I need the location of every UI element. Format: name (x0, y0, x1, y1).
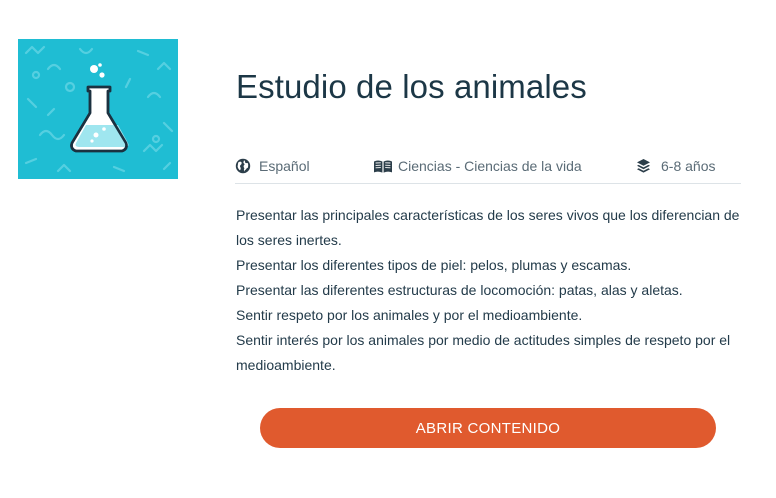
meta-subject: Ciencias - Ciencias de la vida (373, 152, 582, 180)
description-line: Presentar las diferentes estructuras de … (236, 282, 683, 298)
meta-language: Español (235, 152, 310, 180)
meta-age-label: 6-8 años (661, 158, 716, 174)
resource-card: Estudio de los animales Español Ciencias… (0, 0, 776, 498)
open-content-button[interactable]: ABRIR CONTENIDO (260, 408, 716, 448)
flask-icon (18, 39, 178, 179)
description-line: Sentir respeto por los animales y por el… (236, 307, 583, 323)
description-line: Sentir interés por los animales por medi… (236, 332, 731, 373)
resource-title: Estudio de los animales (236, 68, 587, 105)
resource-thumbnail (18, 39, 178, 179)
meta-language-label: Español (259, 158, 310, 174)
resource-meta: Español Ciencias - Ciencias de la vida 6… (235, 152, 741, 184)
meta-subject-label: Ciencias - Ciencias de la vida (398, 158, 582, 174)
description-line: Presentar las principales característica… (236, 207, 740, 248)
layers-icon (636, 158, 651, 174)
meta-age: 6-8 años (636, 152, 715, 180)
globe-icon (235, 158, 251, 174)
description-line: Presentar los diferentes tipos de piel: … (236, 257, 632, 273)
resource-description: Presentar las principales característica… (236, 203, 746, 378)
book-icon (373, 159, 393, 174)
